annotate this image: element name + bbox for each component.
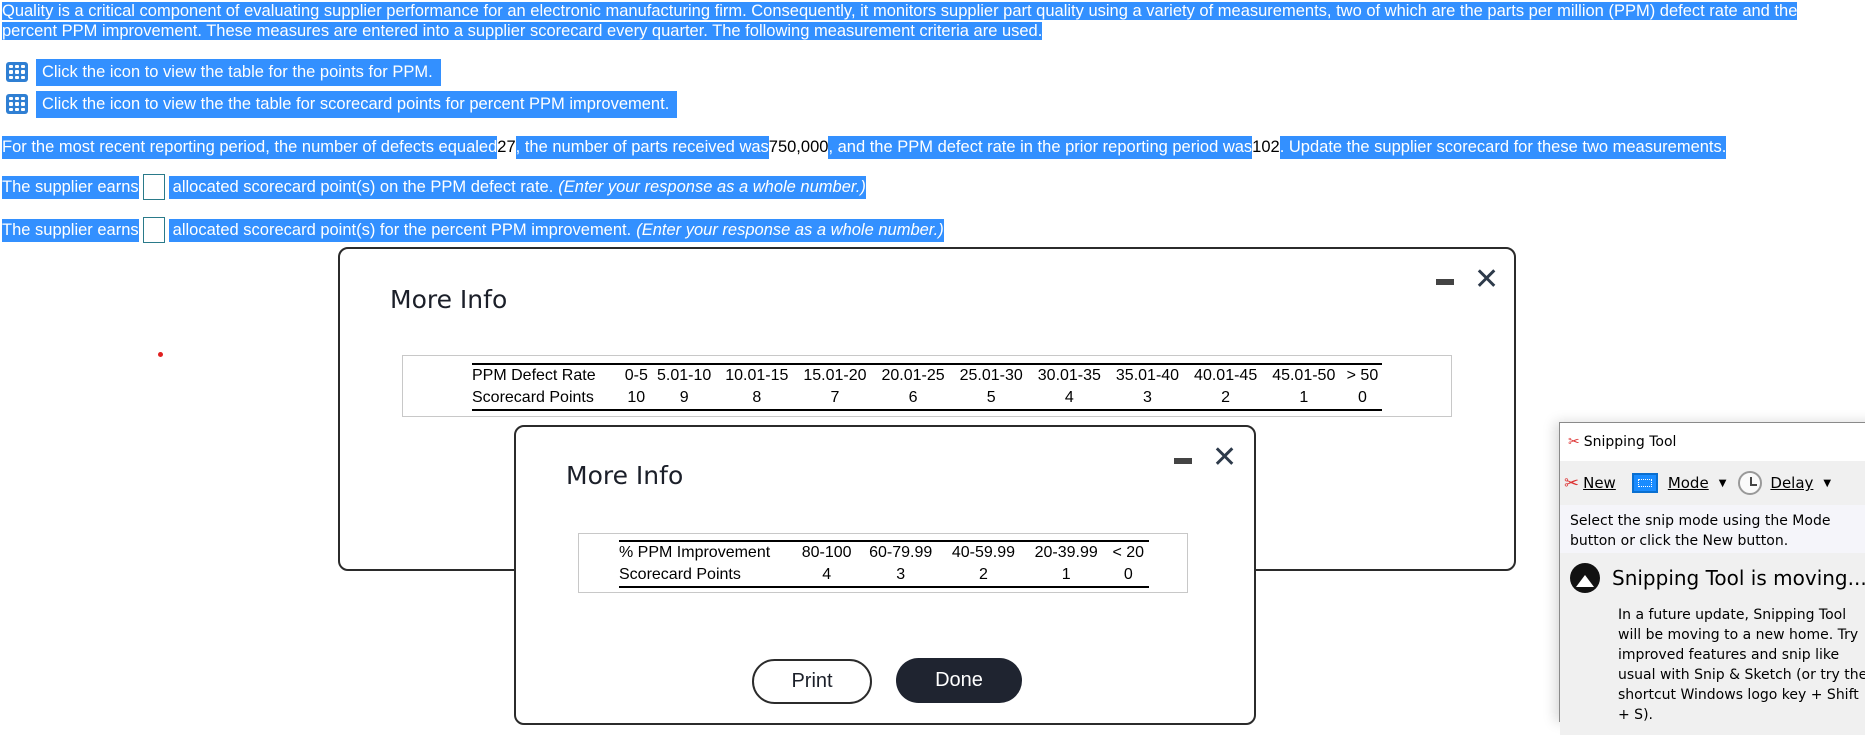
scissors-icon: ✂ <box>1568 434 1580 450</box>
minimize-icon[interactable] <box>1174 458 1192 464</box>
ppm-scorecard-table: PPM Defect Rate 0-5 5.01-10 10.01-15 15.01-… <box>472 363 1382 411</box>
range-cell: 0-5 <box>622 363 651 387</box>
dropdown-caret-icon[interactable]: ▼ <box>1823 478 1831 489</box>
more-info-dialog-improvement: More Info ✕ % PPM Improvement 80-100 60-7… <box>514 425 1256 725</box>
range-cell: 15.01-20 <box>795 363 874 387</box>
scenario-part1: For the most recent reporting period, th… <box>2 135 498 159</box>
close-icon[interactable]: ✕ <box>1474 265 1499 295</box>
range-cell: 10.01-15 <box>717 363 796 387</box>
scenario-part2: , the number of parts received was <box>515 135 769 159</box>
question-intro: Quality is a critical component of evalu… <box>2 1 1852 41</box>
rectangle-mode-icon <box>1631 473 1658 493</box>
clock-icon <box>1738 471 1763 495</box>
dialog-title: More Info <box>390 285 508 314</box>
intro-text: Quality is a critical component of evalu… <box>2 2 1798 40</box>
points-cell: 9 <box>650 387 718 411</box>
minimize-icon[interactable] <box>1436 279 1454 285</box>
ppm-table-link-label: Click the icon to view the table for the… <box>36 58 441 86</box>
points-cell: 4 <box>794 564 860 588</box>
answer-hint: (Enter your response as a whole number.) <box>631 218 944 242</box>
points-cell: 5 <box>952 387 1031 411</box>
mode-label: Mode <box>1667 474 1709 492</box>
ppm-points-input[interactable] <box>142 174 165 200</box>
table-grid-icon[interactable] <box>6 62 28 82</box>
points-cell: 0 <box>1107 564 1149 588</box>
table-grid-icon[interactable] <box>6 94 28 114</box>
range-cell: 60-79.99 <box>859 540 943 564</box>
new-snip-button[interactable]: ✂ New <box>1564 473 1616 494</box>
range-cell: 35.01-40 <box>1108 363 1187 387</box>
snipping-tool-toolbar: ✂ New Mode ▼ Delay ▼ <box>1560 461 1865 505</box>
snip-sketch-icon <box>1570 563 1600 593</box>
done-button[interactable]: Done <box>896 658 1022 703</box>
points-cell: 8 <box>717 387 796 411</box>
snipping-tool-titlebar[interactable]: ✂ Snipping Tool <box>1560 423 1865 461</box>
points-cell: 0 <box>1342 387 1382 411</box>
close-icon[interactable]: ✕ <box>1212 443 1237 473</box>
points-cell: 6 <box>874 387 953 411</box>
row-label: Scorecard Points <box>619 564 794 588</box>
improvement-table-link-label: Click the icon to view the the table for… <box>36 90 678 118</box>
points-cell: 2 <box>1186 387 1265 411</box>
answer-prefix: The supplier earns <box>2 175 139 199</box>
range-cell: 40.01-45 <box>1186 363 1265 387</box>
row-label: % PPM Improvement <box>619 540 794 564</box>
table-row-ranges: PPM Defect Rate 0-5 5.01-10 10.01-15 15.01-… <box>472 363 1382 387</box>
scenario-part3: , and the PPM defect rate in the prior r… <box>828 135 1253 159</box>
answer-suffix: allocated scorecard point(s) for the per… <box>168 218 632 242</box>
range-cell: > 50 <box>1342 363 1382 387</box>
row-label: PPM Defect Rate <box>472 363 622 387</box>
snipping-tool-moving-notice: Snipping Tool is moving... In a future u… <box>1560 553 1865 735</box>
points-cell: 4 <box>1030 387 1109 411</box>
dropdown-caret-icon[interactable]: ▼ <box>1719 478 1727 489</box>
parts-received-value: 750,000 <box>768 135 829 159</box>
points-cell: 10 <box>622 387 651 411</box>
improvement-scorecard-table: % PPM Improvement 80-100 60-79.99 40-59.99… <box>619 540 1149 588</box>
table-row-ranges: % PPM Improvement 80-100 60-79.99 40-59.99… <box>619 540 1149 564</box>
range-cell: 40-59.99 <box>942 540 1025 564</box>
mode-button[interactable]: Mode ▼ <box>1631 473 1733 493</box>
answer-prefix: The supplier earns <box>2 218 139 242</box>
row-label: Scorecard Points <box>472 387 622 411</box>
prior-ppm-value: 102 <box>1252 135 1280 159</box>
points-cell: 1 <box>1024 564 1108 588</box>
range-cell: 25.01-30 <box>952 363 1031 387</box>
moving-title: Snipping Tool is moving... <box>1612 566 1865 590</box>
table-row-points: Scorecard Points 43210 <box>619 564 1149 588</box>
dialog-title: More Info <box>566 461 684 490</box>
ppm-table-link[interactable]: Click the icon to view the table for the… <box>6 57 441 87</box>
points-cell: 3 <box>859 564 943 588</box>
range-cell: 5.01-10 <box>650 363 718 387</box>
scenario-text: For the most recent reporting period, th… <box>2 135 1727 159</box>
range-cell: 30.01-35 <box>1030 363 1109 387</box>
range-cell: 80-100 <box>794 540 860 564</box>
points-cell: 3 <box>1108 387 1187 411</box>
range-cell: < 20 <box>1107 540 1149 564</box>
print-button[interactable]: Print <box>752 659 872 704</box>
table-row-points: Scorecard Points 10 9 8 7 6 5 4 3 2 1 0 <box>472 387 1382 411</box>
delay-label: Delay <box>1770 474 1814 492</box>
improvement-table-link[interactable]: Click the icon to view the the table for… <box>6 89 678 119</box>
snip-hint: Select the snip mode using the Mode butt… <box>1560 505 1865 553</box>
new-label: New <box>1583 474 1616 492</box>
range-cell: 20.01-25 <box>874 363 953 387</box>
delay-button[interactable]: Delay ▼ <box>1738 471 1837 495</box>
answer-line-ppm: The supplier earns allocated scorecard p… <box>2 174 866 200</box>
answer-suffix: allocated scorecard point(s) on the PPM … <box>168 175 554 199</box>
points-cell: 7 <box>795 387 874 411</box>
scenario-part4: . Update the supplier scorecard for thes… <box>1279 135 1727 159</box>
improvement-points-input[interactable] <box>142 217 165 243</box>
snipping-tool-window: ✂ Snipping Tool ✂ New Mode ▼ Delay ▼ Sel… <box>1559 422 1865 735</box>
answer-line-improvement: The supplier earns allocated scorecard p… <box>2 217 944 243</box>
cursor-dot <box>158 352 163 357</box>
moving-body: In a future update, Snipping Tool will b… <box>1618 607 1865 723</box>
points-cell: 1 <box>1264 387 1343 411</box>
defects-value: 27 <box>497 135 516 159</box>
range-cell: 20-39.99 <box>1024 540 1108 564</box>
points-cell: 2 <box>942 564 1025 588</box>
range-cell: 45.01-50 <box>1264 363 1343 387</box>
answer-hint: (Enter your response as a whole number.) <box>553 175 866 199</box>
scissors-icon: ✂ <box>1564 472 1580 494</box>
snipping-tool-title: Snipping Tool <box>1583 434 1677 450</box>
